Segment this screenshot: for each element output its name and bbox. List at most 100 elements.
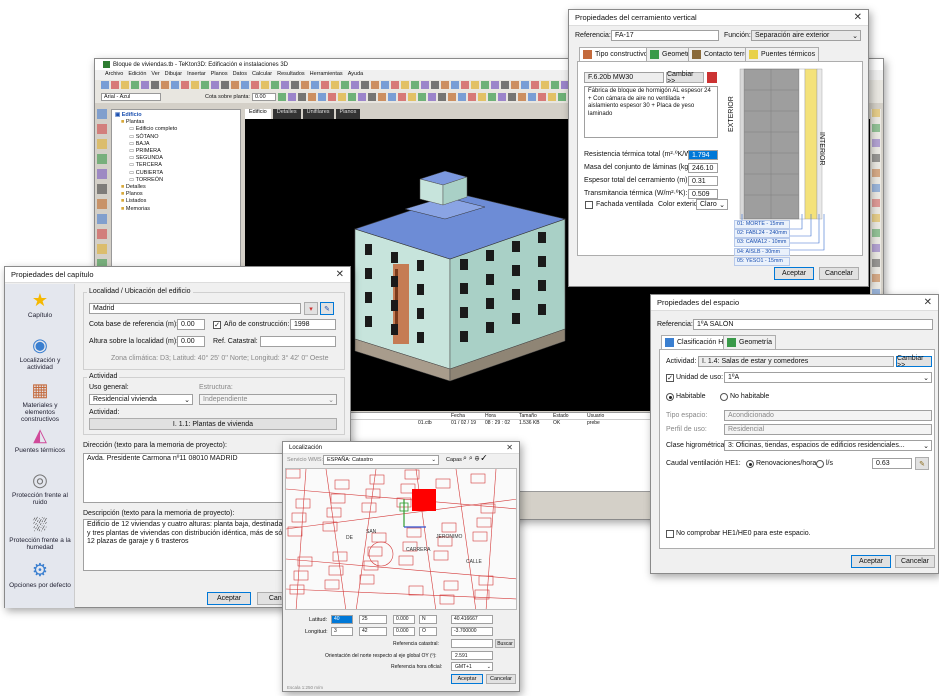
toolbar-icon[interactable] xyxy=(541,81,549,89)
toolbar-icon[interactable] xyxy=(131,81,139,89)
renovaciones-radio[interactable] xyxy=(746,460,754,468)
toolbar-icon[interactable] xyxy=(111,81,119,89)
toolbar-icon[interactable] xyxy=(161,81,169,89)
toolbar-icon[interactable] xyxy=(357,93,366,101)
tree-planta[interactable]: ▭ Edificio completo xyxy=(129,126,237,133)
toolbar-icon[interactable] xyxy=(557,93,566,101)
toolbar-icon[interactable] xyxy=(471,81,479,89)
toolbar-icon[interactable] xyxy=(101,81,109,89)
toolbar-icon[interactable] xyxy=(537,93,546,101)
toolbar-icon[interactable] xyxy=(551,81,559,89)
esp-cambiar-button[interactable]: Cambiar >> xyxy=(896,355,932,369)
menu-item[interactable]: Insertar xyxy=(187,71,206,79)
sidebar-item[interactable]: ◭ Puentes térmicos xyxy=(9,425,71,454)
toolbar-icon[interactable] xyxy=(531,81,539,89)
tool-icon[interactable] xyxy=(97,109,107,119)
toolbar-icon[interactable] xyxy=(451,81,459,89)
coord-field[interactable]: 42 xyxy=(359,627,387,636)
tool-icon[interactable] xyxy=(872,244,880,252)
coord-field[interactable]: 40.416667 xyxy=(451,615,493,624)
toolbar-icon[interactable] xyxy=(311,81,319,89)
toolbar-icon[interactable] xyxy=(387,93,396,101)
toolbar-icon[interactable] xyxy=(441,81,449,89)
tab-puentes-termicos[interactable]: Puentes térmicos xyxy=(745,47,820,61)
toolbar-icon[interactable] xyxy=(277,93,286,101)
unidad-uso-select[interactable]: 1ºA ⌄ xyxy=(724,372,932,383)
toolbar-icon[interactable] xyxy=(527,93,536,101)
toolbar-icon[interactable] xyxy=(151,81,159,89)
toolbar-icon[interactable] xyxy=(437,93,446,101)
tool-icon[interactable] xyxy=(872,199,880,207)
servicio-select[interactable]: ESPAÑA: Catastro ⌄ xyxy=(323,455,439,465)
coord-field[interactable]: 25 xyxy=(359,615,387,624)
estructura-select[interactable]: Independiente ⌄ xyxy=(199,394,337,405)
view-tab[interactable]: Edificio xyxy=(245,109,271,119)
tipo-espacio-select[interactable]: Acondicionado xyxy=(724,410,932,421)
library-icon[interactable] xyxy=(707,72,717,83)
toolbar-icon[interactable] xyxy=(351,81,359,89)
toolbar-icon[interactable] xyxy=(457,93,466,101)
toolbar-icon[interactable] xyxy=(191,81,199,89)
sidebar-item[interactable]: ▦ Materiales y elementos constructivos xyxy=(9,380,71,423)
toolbar-icon[interactable] xyxy=(121,81,129,89)
toolbar-icon[interactable] xyxy=(337,93,346,101)
tool-icon[interactable] xyxy=(872,229,880,237)
toolbar-icon[interactable] xyxy=(307,93,316,101)
toolbar-icon[interactable] xyxy=(511,81,519,89)
toolbar-icon[interactable] xyxy=(381,81,389,89)
menu-item[interactable]: Edición xyxy=(128,71,146,79)
cerr-prop-value[interactable]: 0.509 xyxy=(688,189,718,199)
tool-icon[interactable] xyxy=(872,259,880,267)
tab-tipo-constructivo[interactable]: Tipo constructivo xyxy=(579,47,652,61)
toolbar-icon[interactable] xyxy=(547,93,556,101)
caudal-field[interactable]: 0.63 xyxy=(872,458,912,469)
ref-catastral-field[interactable] xyxy=(451,639,493,648)
menu-item[interactable]: Herramientas xyxy=(310,71,343,79)
toolbar-icon[interactable] xyxy=(211,81,219,89)
uso-general-select[interactable]: Residencial vivienda ⌄ xyxy=(89,394,193,405)
tool-icon[interactable] xyxy=(872,139,880,147)
tree-planta[interactable]: ▭ SEGUNDA xyxy=(129,155,237,162)
toolbar-icon[interactable] xyxy=(281,81,289,89)
esp-ref-field[interactable]: 1ºA SALÓN xyxy=(693,319,933,330)
toolbar-icon[interactable] xyxy=(421,81,429,89)
cota-field[interactable]: 0.00 xyxy=(251,93,276,101)
menu-item[interactable]: Datos xyxy=(233,71,247,79)
toolbar-icon[interactable] xyxy=(427,93,436,101)
tree-item[interactable]: ■ Memorias xyxy=(121,206,237,213)
close-icon[interactable]: ✕ xyxy=(336,269,344,280)
menu-item[interactable]: Ayuda xyxy=(348,71,364,79)
coord-field[interactable]: 40 xyxy=(331,615,353,624)
tool-icon[interactable] xyxy=(872,124,880,132)
toolbar-icon[interactable] xyxy=(447,93,456,101)
clase-higrometrica-select[interactable]: 3: Oficinas, tiendas, espacios de edific… xyxy=(724,440,932,451)
tool-icon[interactable] xyxy=(97,124,107,134)
close-icon[interactable]: ✕ xyxy=(924,297,932,308)
toolbar-icon[interactable] xyxy=(201,81,209,89)
tool-icon[interactable] xyxy=(872,169,880,177)
toolbar-icon[interactable] xyxy=(517,93,526,101)
toolbar-icon[interactable] xyxy=(231,81,239,89)
perfil-uso-select[interactable]: Residencial xyxy=(724,424,932,435)
toolbar-icon[interactable] xyxy=(467,93,476,101)
sidebar-item[interactable]: ◉ Localización y actividad xyxy=(9,335,71,371)
toolbar-icon[interactable] xyxy=(317,93,326,101)
sidebar-item[interactable]: ⛆ Protección frente a la humedad xyxy=(9,515,71,551)
view-tab[interactable]: Detalles xyxy=(272,109,301,119)
esp-cancelar-button[interactable]: Cancelar xyxy=(895,555,935,568)
cerr-cancelar-button[interactable]: Cancelar xyxy=(819,267,859,280)
anio-construccion-checkbox[interactable]: ✓ xyxy=(213,321,221,329)
toolbar-icon[interactable] xyxy=(361,81,369,89)
toolbar-icon[interactable] xyxy=(501,81,509,89)
tool-icon[interactable] xyxy=(97,244,107,254)
tree-item[interactable]: ■ Detalles xyxy=(121,184,237,191)
coord-field[interactable]: 0.000 xyxy=(393,615,415,624)
zoom-icon[interactable]: ⌕ ⌕ ⊕ ✓ xyxy=(463,455,487,463)
toolbar-icon[interactable] xyxy=(221,81,229,89)
tool-icon[interactable] xyxy=(97,184,107,194)
tree-plantas[interactable]: ■ Plantas xyxy=(115,119,237,126)
cambiar-button[interactable]: Cambiar >> xyxy=(666,71,704,85)
menu-item[interactable]: Ver xyxy=(151,71,159,79)
tree-planta[interactable]: ▭ CUBIERTA xyxy=(129,170,237,177)
esp-aceptar-button[interactable]: Aceptar xyxy=(851,555,891,568)
